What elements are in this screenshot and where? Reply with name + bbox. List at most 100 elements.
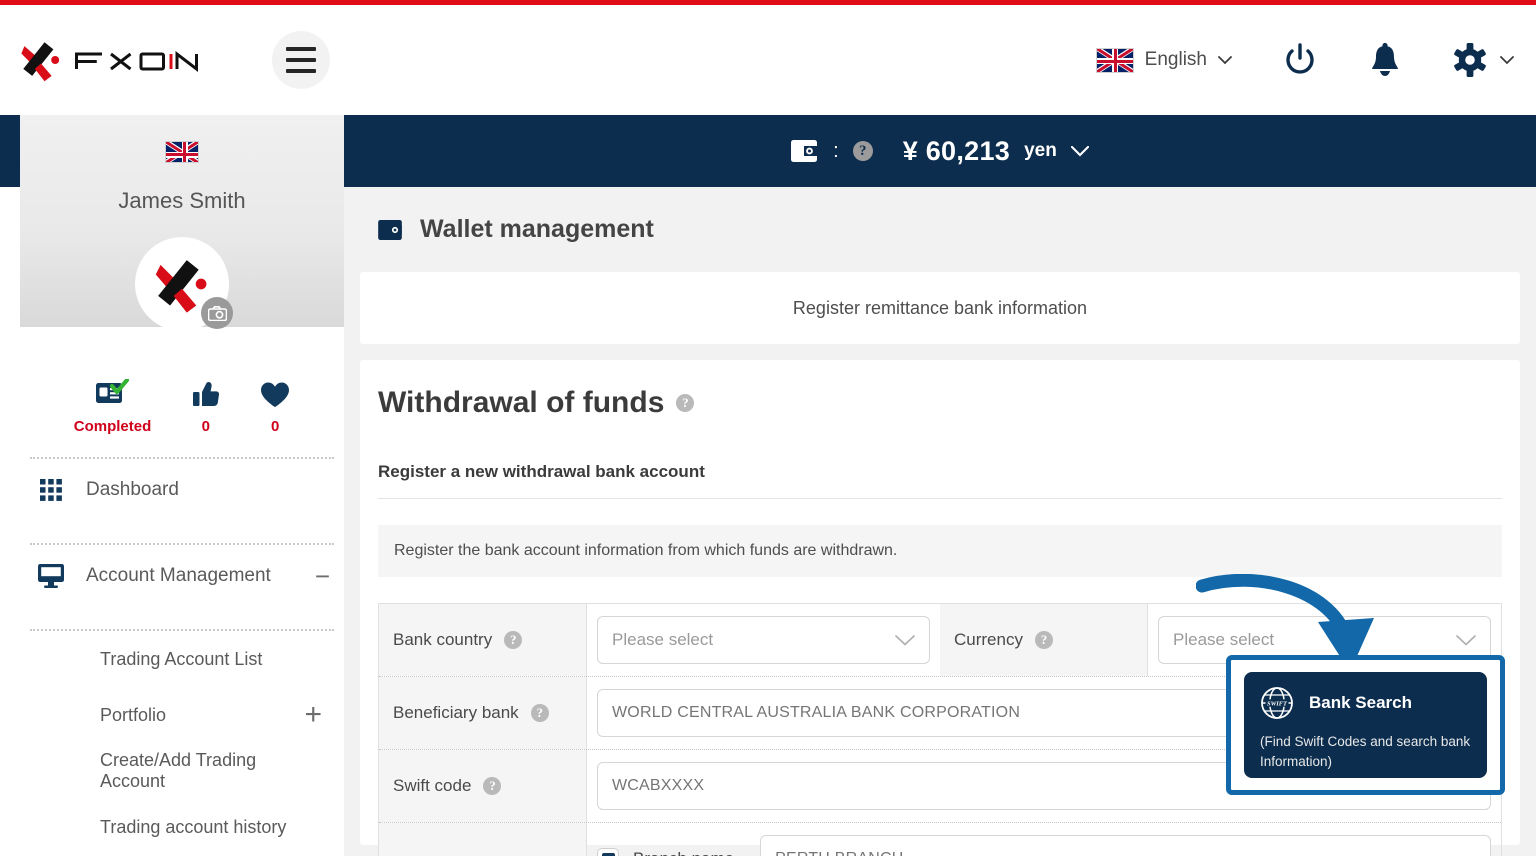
bank-country-input-cell: Please select: [587, 604, 940, 676]
bank-country-label-cell: Bank country ?: [379, 604, 587, 676]
power-icon: [1286, 43, 1314, 74]
bank-country-select[interactable]: Please select: [597, 616, 930, 664]
currency-label: Currency: [954, 630, 1023, 649]
chevron-down-icon: [1218, 55, 1232, 64]
branch-name-label-cell: [379, 823, 587, 856]
id-verified-icon: [96, 379, 130, 403]
monitor-icon: [34, 564, 68, 588]
bank-search-subtitle: (Find Swift Codes and search bank Inform…: [1260, 734, 1471, 769]
sidebar-subitem-label: Create/Add Trading Account: [100, 750, 257, 791]
form-note: Register the bank account information fr…: [378, 525, 1502, 577]
branch-name-input-cell: Branch name: [587, 823, 1501, 856]
svg-text:SWIFT: SWIFT: [1267, 700, 1288, 707]
sidebar-item-label: Account Management: [86, 565, 271, 586]
heart-icon: [261, 382, 290, 407]
favorites-count: 0: [271, 418, 280, 435]
app-root: English: ? ¥ 60,213 yen James Smith Com…: [0, 0, 1536, 856]
sidebar-subitem-label: Portfolio: [100, 704, 167, 725]
sidebar-item-account-management[interactable]: Account Management −: [20, 545, 344, 607]
swift-code-label-cell: Swift code ?: [379, 750, 587, 822]
bank-country-help-icon[interactable]: ?: [504, 631, 523, 649]
hamburger-bar: [285, 69, 316, 73]
likes-count: 0: [201, 418, 210, 435]
branch-name-label: Branch name: [633, 849, 734, 856]
avatar-container[interactable]: [135, 237, 233, 331]
profile-name: James Smith: [118, 188, 246, 213]
section-header: Withdrawal of funds ?: [378, 386, 1502, 420]
beneficiary-bank-label-cell: Beneficiary bank ?: [379, 677, 587, 749]
sidebar-item-trading-account-history[interactable]: Trading account history: [20, 799, 344, 855]
sidebar-item-label: Dashboard: [86, 479, 179, 500]
thumbs-up-icon: [192, 382, 219, 406]
currency-value: Please select: [1173, 630, 1275, 649]
chevron-down-icon: [1456, 634, 1476, 646]
power-button[interactable]: [1282, 42, 1318, 78]
chevron-down-icon: [895, 634, 915, 646]
bank-search-highlight: SWIFT Bank Search (Find Swift Codes and …: [1226, 655, 1505, 795]
uk-flag-icon: [1095, 47, 1134, 73]
wallet-icon: [791, 140, 818, 162]
bank-country-label: Bank country: [393, 630, 493, 649]
swift-code-label: Swift code: [393, 776, 472, 795]
settings-button[interactable]: [1452, 42, 1514, 78]
profile-stats: Completed 0 0: [20, 379, 344, 435]
balance-help-icon[interactable]: ?: [852, 141, 873, 161]
collapse-toggle-icon[interactable]: −: [315, 563, 330, 589]
subsection-title: Register a new withdrawal bank account: [378, 462, 705, 481]
camera-upload-button[interactable]: [201, 297, 233, 329]
grid-icon: [34, 479, 68, 501]
currency-help-icon[interactable]: ?: [1034, 631, 1053, 649]
currency-symbol: ¥: [902, 135, 918, 166]
chevron-down-icon: [1500, 55, 1514, 64]
branch-name-input[interactable]: [760, 835, 1491, 856]
form-row-branch-name: Branch name: [379, 823, 1501, 856]
balance-bar: : ? ¥ 60,213 yen: [344, 115, 1536, 187]
page-header: Wallet management: [344, 187, 1536, 244]
hamburger-menu-button[interactable]: [271, 31, 330, 89]
page-title: Wallet management: [420, 215, 654, 243]
kyc-status-label: Completed: [73, 418, 152, 435]
sidebar: James Smith Completed 0 0 Dashboard Acco…: [20, 115, 344, 856]
bank-country-value: Please select: [612, 630, 714, 649]
kyc-status-item[interactable]: Completed: [73, 379, 152, 435]
beneficiary-bank-help-icon[interactable]: ?: [530, 704, 549, 722]
bell-icon: [1372, 42, 1398, 76]
hamburger-bar: [285, 58, 316, 62]
section-title: Withdrawal of funds: [378, 386, 665, 419]
fxon-x-icon: [21, 42, 60, 82]
branch-name-radio[interactable]: [597, 848, 619, 856]
fxon-wordmark: [75, 50, 198, 73]
tab-label: Register remittance bank information: [792, 297, 1088, 318]
swift-code-help-icon[interactable]: ?: [483, 777, 502, 795]
notifications-button[interactable]: [1368, 42, 1402, 78]
divider: [378, 498, 1502, 499]
wallet-icon: [378, 219, 402, 240]
balance-amount: 60,213: [925, 135, 1011, 166]
brand-logo[interactable]: [18, 37, 230, 83]
bank-search-button[interactable]: SWIFT Bank Search (Find Swift Codes and …: [1244, 672, 1487, 778]
tab-register-remittance-bank-information[interactable]: Register remittance bank information: [360, 272, 1520, 344]
language-selector[interactable]: English: [1095, 47, 1232, 73]
likes-item[interactable]: 0: [191, 379, 221, 435]
sidebar-subitem-label: Trading account history: [100, 816, 287, 837]
sidebar-item-portfolio[interactable]: Portfolio +: [20, 687, 344, 743]
swift-globe-icon: SWIFT: [1261, 687, 1293, 719]
header-actions: English: [1095, 42, 1536, 78]
chevron-down-icon[interactable]: [1070, 145, 1089, 157]
camera-icon: [207, 305, 227, 321]
currency-label-cell: Currency ?: [940, 604, 1148, 676]
gear-icon: [1454, 43, 1486, 77]
favorites-item[interactable]: 0: [260, 381, 290, 435]
sidebar-item-trading-account-list[interactable]: Trading Account List: [20, 631, 344, 687]
profile-flag-icon: [165, 141, 199, 163]
beneficiary-bank-label: Beneficiary bank: [393, 703, 519, 722]
balance-separator: :: [833, 139, 839, 162]
bank-search-title: Bank Search: [1309, 693, 1412, 712]
expand-toggle-icon[interactable]: +: [304, 700, 322, 730]
section-help-icon[interactable]: ?: [676, 394, 695, 412]
balance-unit: yen: [1024, 140, 1057, 161]
hamburger-bar: [285, 47, 316, 51]
sidebar-item-dashboard[interactable]: Dashboard: [20, 459, 344, 521]
app-header: English: [0, 5, 1536, 115]
sidebar-item-create-add-trading-account[interactable]: Create/Add Trading Account: [20, 743, 344, 799]
